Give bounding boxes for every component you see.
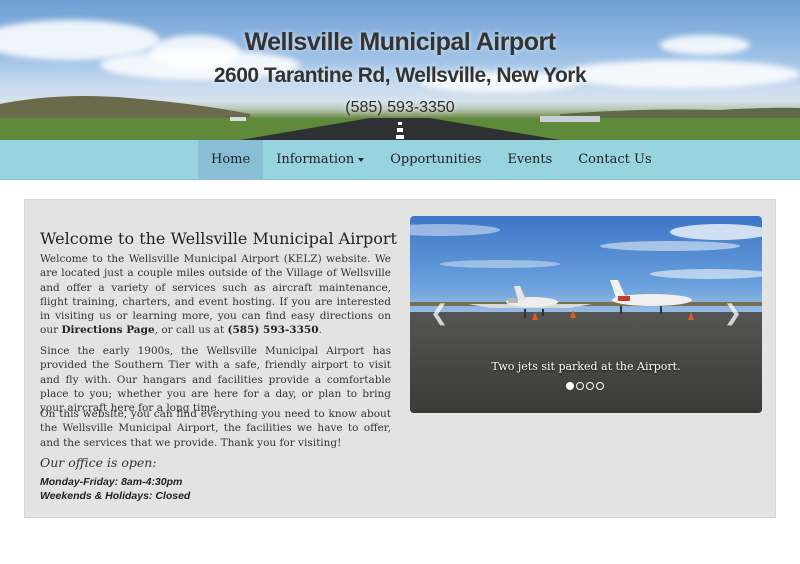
traffic-cones — [532, 310, 694, 320]
nav-opportunities[interactable]: Opportunities — [377, 140, 494, 180]
caret-down-icon — [358, 157, 365, 162]
weekday-hours: Monday-Friday: 8am-4:30pm — [40, 476, 183, 488]
carousel-prev-button[interactable]: ❮ — [430, 301, 449, 326]
carousel-indicators — [566, 382, 604, 390]
chevron-right-icon: ❯ — [723, 301, 742, 326]
office-hours-heading: Our office is open: — [40, 455, 157, 470]
carousel-next-button[interactable]: ❯ — [723, 301, 742, 326]
carousel-indicator-4[interactable] — [596, 382, 604, 390]
carousel-indicator-3[interactable] — [586, 382, 594, 390]
photo-carousel: ❮ ❯ Two jets sit parked at the Airport. — [410, 216, 762, 413]
chevron-left-icon: ❮ — [430, 301, 449, 326]
site-title: Wellsville Municipal Airport — [244, 28, 556, 56]
nav-contact-us[interactable]: Contact Us — [565, 140, 664, 180]
carousel-indicator-1[interactable] — [566, 382, 574, 390]
phone-link[interactable]: (585) 593-3350 — [228, 324, 319, 336]
weekend-hours: Weekends & Holidays: Closed — [40, 490, 191, 502]
site-address: 2600 Tarantine Rd, Wellsville, New York — [213, 64, 587, 87]
main-navbar: Home Information Opportunities Events Co… — [0, 140, 800, 180]
intro-text-2: , or call us at — [154, 324, 228, 337]
carousel-caption: Two jets sit parked at the Airport. — [491, 360, 681, 373]
nav-events[interactable]: Events — [494, 140, 565, 180]
header-banner: Wellsville Municipal Airport 2600 Tarant… — [0, 0, 800, 140]
intro-paragraph: Welcome to the Wellsville Municipal Airp… — [40, 252, 391, 338]
history-paragraph: Since the early 1900s, the Wellsville Mu… — [40, 345, 391, 415]
intro-text-3: . — [318, 324, 322, 337]
welcome-heading: Welcome to the Wellsville Municipal Airp… — [40, 229, 397, 248]
nav-information[interactable]: Information — [263, 140, 377, 180]
nav-home[interactable]: Home — [198, 140, 264, 180]
carousel-indicator-2[interactable] — [576, 382, 584, 390]
welcome-panel: Welcome to the Wellsville Municipal Airp… — [24, 199, 776, 518]
nav-information-label: Information — [276, 152, 355, 167]
site-phone: (585) 593-3350 — [345, 99, 455, 116]
directions-link[interactable]: Directions Page — [61, 324, 154, 336]
thanks-paragraph: On this website, you can find everything… — [40, 408, 391, 449]
